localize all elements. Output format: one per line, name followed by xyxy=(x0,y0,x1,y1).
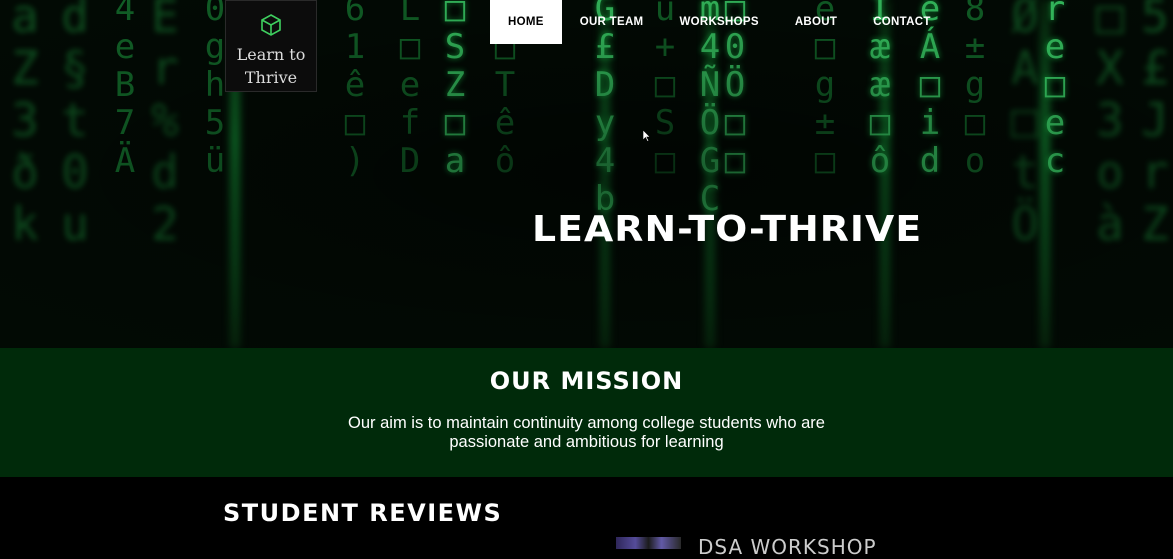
cube-icon xyxy=(261,14,281,36)
logo-text-line1: Learn to xyxy=(236,45,306,64)
nav-our-team[interactable]: OUR TEAM xyxy=(562,0,662,44)
mission-section: OUR MISSION Our aim is to maintain conti… xyxy=(0,348,1173,477)
mouse-cursor-icon xyxy=(643,130,651,142)
hero-section: a Z 3 ð k d § t 0 u 4 e B 7 Ä Ë r % d 2 … xyxy=(0,0,1173,348)
nav-contact[interactable]: CONTACT xyxy=(855,0,948,44)
mission-text-line2: passionate and ambitious for learning xyxy=(449,433,724,451)
logo-text-line2: Thrive xyxy=(244,68,298,87)
workshop-title: DSA WORKSHOP xyxy=(698,535,877,559)
nav-home[interactable]: HOME xyxy=(490,0,562,44)
mission-text: Our aim is to maintain continuity among … xyxy=(0,414,1173,452)
nav-about[interactable]: ABOUT xyxy=(777,0,855,44)
reviews-title: STUDENT REVIEWS xyxy=(223,499,503,527)
main-nav: HOME OUR TEAM WORKSHOPS ABOUT CONTACT xyxy=(490,0,949,44)
nav-workshops[interactable]: WORKSHOPS xyxy=(661,0,776,44)
mission-title: OUR MISSION xyxy=(489,367,684,395)
hero-title: LEARN-TO-THRIVE xyxy=(532,209,923,251)
workshop-thumbnail[interactable] xyxy=(616,537,681,549)
mission-text-line1: Our aim is to maintain continuity among … xyxy=(348,414,825,432)
site-logo[interactable]: Learn to Thrive xyxy=(225,0,317,92)
hero-overlay xyxy=(0,0,1173,348)
